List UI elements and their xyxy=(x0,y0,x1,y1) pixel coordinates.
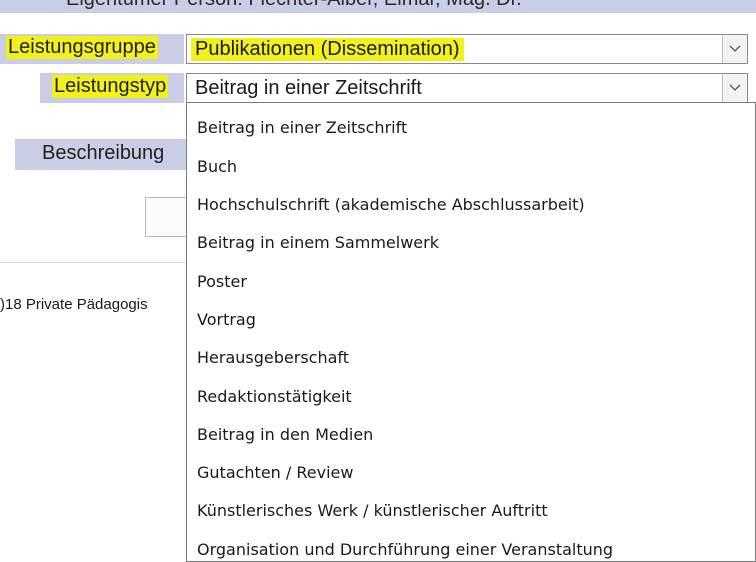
dropdown-option[interactable]: Poster xyxy=(197,272,247,291)
leistungstyp-label: Leistungstyp xyxy=(52,75,169,98)
beschreibung-label: Beschreibung xyxy=(42,142,165,164)
hidden-form-button[interactable] xyxy=(145,197,190,237)
dropdown-option[interactable]: Vortrag xyxy=(197,310,256,329)
leistungsgruppe-dropdown-button[interactable] xyxy=(722,35,747,63)
dropdown-option[interactable]: Beitrag in den Medien xyxy=(197,425,373,444)
leistungstyp-dropdown-button[interactable] xyxy=(722,74,747,102)
footer-copyright: )18 Private Pädagogis xyxy=(0,296,148,313)
dropdown-option[interactable]: Künstlerisches Werk / künstlerischer Auf… xyxy=(197,501,548,520)
leistungsgruppe-select[interactable]: Publikationen (Dissemination) xyxy=(186,34,748,64)
leistungsgruppe-value: Publikationen (Dissemination) xyxy=(191,38,464,61)
leistungstyp-dropdown-list: Beitrag in einer Zeitschrift Buch Hochsc… xyxy=(186,102,756,562)
leistungstyp-value: Beitrag in einer Zeitschrift xyxy=(195,77,422,99)
dropdown-option[interactable]: Herausgeberschaft xyxy=(197,348,349,367)
dropdown-option[interactable]: Organisation und Durchführung einer Vera… xyxy=(197,540,613,559)
dropdown-option[interactable]: Redaktionstätigkeit xyxy=(197,387,352,406)
dropdown-option[interactable]: Buch xyxy=(197,157,237,176)
leistungsgruppe-label: Leistungsgruppe xyxy=(6,36,158,59)
dropdown-option[interactable]: Beitrag in einer Zeitschrift xyxy=(197,118,407,137)
chevron-down-icon xyxy=(729,84,741,91)
dropdown-option[interactable]: Gutachten / Review xyxy=(197,463,353,482)
chevron-down-icon xyxy=(729,45,741,52)
dropdown-option[interactable]: Beitrag in einem Sammelwerk xyxy=(197,233,439,252)
owner-text: Eigentümer Person: Flechter-Alber, Elmar… xyxy=(66,0,522,11)
dropdown-option[interactable]: Hochschulschrift (akademische Abschlussa… xyxy=(197,195,585,214)
leistungstyp-select[interactable]: Beitrag in einer Zeitschrift xyxy=(186,73,748,103)
footer-separator xyxy=(0,262,186,263)
